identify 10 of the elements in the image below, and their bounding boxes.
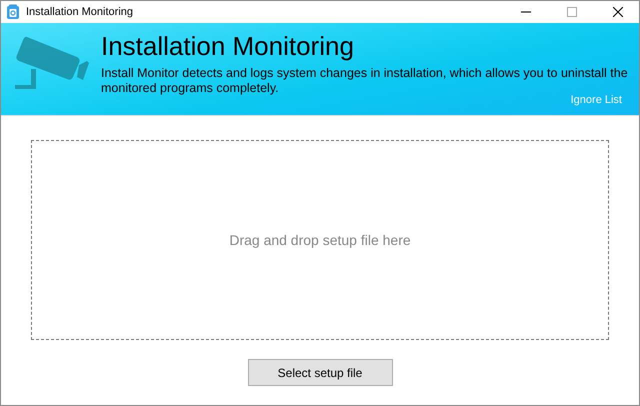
ignore-list-link[interactable]: Ignore List [570,94,622,106]
drop-zone[interactable]: Drag and drop setup file here [31,140,609,340]
close-icon[interactable] [613,7,623,17]
header-title: Installation Monitoring [101,31,355,61]
header-description: Install Monitor detects and logs system changes in installation, which allows you to uninstall the monitored programs completely. [101,66,629,95]
select-file-button[interactable]: Select setup file [248,359,392,386]
app-icon [6,4,20,20]
camera-icon [15,35,89,91]
window-title: Installation Monitoring [26,6,134,18]
drop-hint: Drag and drop setup file here [229,232,411,248]
